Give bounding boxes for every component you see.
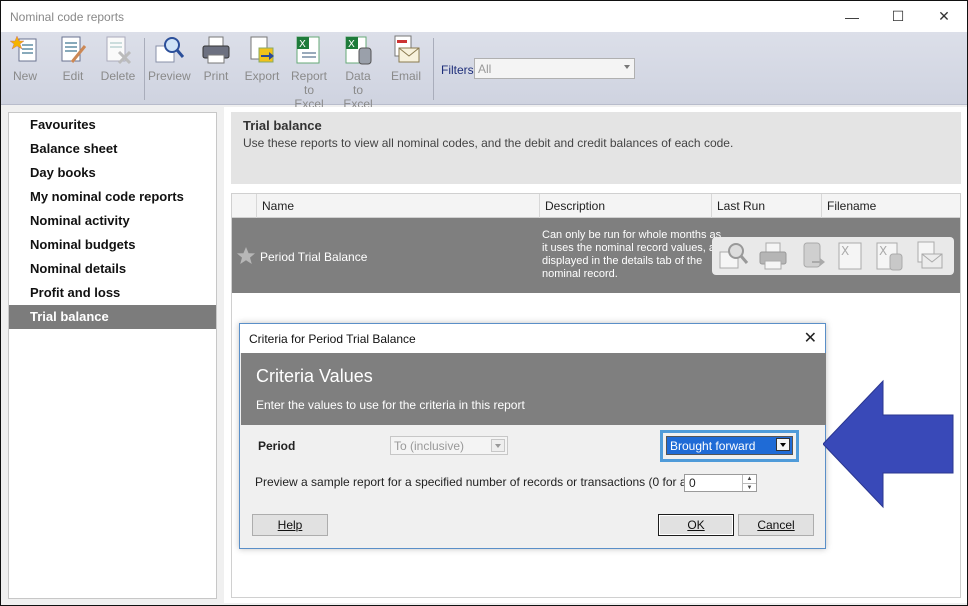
- sidebar-item-favourites[interactable]: Favourites: [9, 113, 216, 137]
- cancel-label: Cancel: [757, 518, 795, 532]
- sidebar-item-balance-sheet[interactable]: Balance sheet: [9, 137, 216, 161]
- column-header-description[interactable]: Description: [539, 194, 711, 218]
- preview-label: Preview: [148, 69, 191, 83]
- new-document-icon: [9, 35, 37, 62]
- sidebar-item-day-books[interactable]: Day books: [9, 161, 216, 185]
- row-action-icons: X X: [712, 237, 954, 275]
- title-bar: Nominal code reports — ☐ ✕: [1, 1, 967, 32]
- page-title: Trial balance: [243, 118, 322, 133]
- spin-up-icon[interactable]: ▲: [742, 475, 756, 483]
- toolbar-separator: [144, 38, 145, 100]
- ok-label: OK: [687, 518, 705, 532]
- help-button[interactable]: Help: [252, 514, 328, 536]
- spin-down-icon[interactable]: ▼: [742, 483, 756, 491]
- email-button[interactable]: Email: [387, 34, 425, 102]
- dialog-close-icon[interactable]: ✕: [804, 328, 817, 348]
- row-description: Can only be run for whole months as it u…: [542, 229, 722, 280]
- column-header-last-run[interactable]: Last Run: [711, 194, 821, 218]
- printer-icon: [202, 36, 230, 64]
- period-to-dropdown[interactable]: To (inclusive): [390, 436, 508, 455]
- edit-label: Edit: [62, 69, 84, 83]
- toolbar-separator: [433, 38, 434, 100]
- sidebar-item-profit-and-loss[interactable]: Profit and loss: [9, 281, 216, 305]
- row-name: Period Trial Balance: [260, 250, 368, 264]
- star-icon[interactable]: [236, 246, 256, 266]
- svg-text:X: X: [348, 39, 355, 50]
- dialog-heading: Criteria Values: [256, 366, 373, 386]
- row-print-icon[interactable]: [756, 240, 790, 272]
- grid-header: Name Description Last Run Filename: [232, 194, 960, 218]
- sidebar-item-nominal-budgets[interactable]: Nominal budgets: [9, 233, 216, 257]
- period-label: Period: [258, 439, 296, 453]
- chevron-down-icon: [491, 439, 505, 452]
- report-to-excel-line1: Report: [290, 69, 328, 83]
- period-to-value: To (inclusive): [394, 439, 465, 453]
- page-description: Use these reports to view all nominal co…: [243, 136, 734, 150]
- excel-report-icon: X: [296, 36, 320, 64]
- app-window: Nominal code reports — ☐ ✕ New Edit Dele…: [0, 0, 968, 606]
- preview-button[interactable]: Preview: [148, 34, 191, 102]
- chevron-down-icon: [776, 438, 790, 451]
- table-row[interactable]: Period Trial Balance Can only be run for…: [232, 218, 960, 293]
- print-button[interactable]: Print: [199, 34, 233, 102]
- edit-button[interactable]: Edit: [55, 34, 91, 102]
- column-header-name[interactable]: Name: [256, 194, 539, 218]
- period-from-highlight: Brought forward: [660, 430, 799, 462]
- dialog-title: Criteria for Period Trial Balance: [249, 332, 416, 346]
- criteria-dialog: Criteria for Period Trial Balance ✕ Crit…: [239, 323, 826, 549]
- row-preview-icon[interactable]: [716, 240, 750, 272]
- chevron-down-icon: [624, 65, 630, 69]
- preview-count-label: Preview a sample report for a specified …: [255, 475, 696, 489]
- filters-dropdown[interactable]: All: [474, 58, 635, 79]
- maximize-button[interactable]: ☐: [875, 1, 921, 32]
- data-to-excel-line1: Data: [345, 69, 371, 83]
- edit-document-icon: [61, 36, 87, 63]
- magnifier-icon: [155, 37, 185, 63]
- preview-count-value: 0: [689, 476, 696, 490]
- email-label: Email: [390, 69, 421, 83]
- column-header-filename[interactable]: Filename: [821, 194, 960, 218]
- dialog-title-bar: Criteria for Period Trial Balance ✕: [240, 324, 825, 353]
- sidebar: Favourites Balance sheet Day books My no…: [8, 112, 217, 599]
- svg-text:X: X: [299, 39, 306, 50]
- ok-button[interactable]: OK: [658, 514, 734, 536]
- filters-value: All: [478, 62, 492, 76]
- delete-label: Delete: [100, 69, 136, 83]
- export-button[interactable]: Export: [243, 34, 281, 102]
- email-icon: [394, 35, 420, 63]
- minimize-button[interactable]: —: [829, 1, 875, 32]
- data-to-excel-button[interactable]: X Data to Excel: [337, 34, 379, 111]
- report-header: Trial balance Use these reports to view …: [231, 112, 961, 184]
- annotation-arrow-icon: [823, 379, 954, 509]
- sidebar-item-my-nominal-code-reports[interactable]: My nominal code reports: [9, 185, 216, 209]
- delete-button[interactable]: Delete: [99, 34, 137, 102]
- row-report-to-excel-icon[interactable]: X: [834, 240, 868, 272]
- cancel-button[interactable]: Cancel: [738, 514, 814, 536]
- sidebar-item-trial-balance[interactable]: Trial balance: [9, 305, 216, 329]
- preview-count-stepper[interactable]: 0 ▲ ▼: [684, 474, 757, 492]
- close-button[interactable]: ✕: [921, 1, 967, 32]
- period-from-dropdown[interactable]: Brought forward: [666, 436, 793, 455]
- sidebar-item-nominal-details[interactable]: Nominal details: [9, 257, 216, 281]
- delete-document-icon: [106, 36, 132, 65]
- row-email-icon[interactable]: [912, 240, 946, 272]
- dialog-subheading: Enter the values to use for the criteria…: [256, 398, 525, 412]
- new-button[interactable]: New: [7, 34, 43, 102]
- help-label: Help: [277, 518, 303, 532]
- period-from-value: Brought forward: [670, 439, 756, 453]
- filters-label: Filters: [441, 63, 474, 77]
- export-label: Export: [244, 69, 280, 83]
- new-label: New: [12, 69, 37, 83]
- row-data-to-excel-icon[interactable]: X: [872, 240, 906, 272]
- svg-text:X: X: [841, 244, 849, 258]
- export-icon: [250, 36, 274, 63]
- sidebar-item-nominal-activity[interactable]: Nominal activity: [9, 209, 216, 233]
- dialog-banner: Criteria Values Enter the values to use …: [241, 353, 826, 425]
- svg-text:X: X: [879, 244, 887, 258]
- report-to-excel-button[interactable]: X Report to Excel: [288, 34, 330, 111]
- excel-data-icon: X: [345, 36, 372, 65]
- row-export-icon[interactable]: [796, 240, 830, 272]
- print-label: Print: [203, 69, 229, 83]
- window-title: Nominal code reports: [10, 10, 125, 24]
